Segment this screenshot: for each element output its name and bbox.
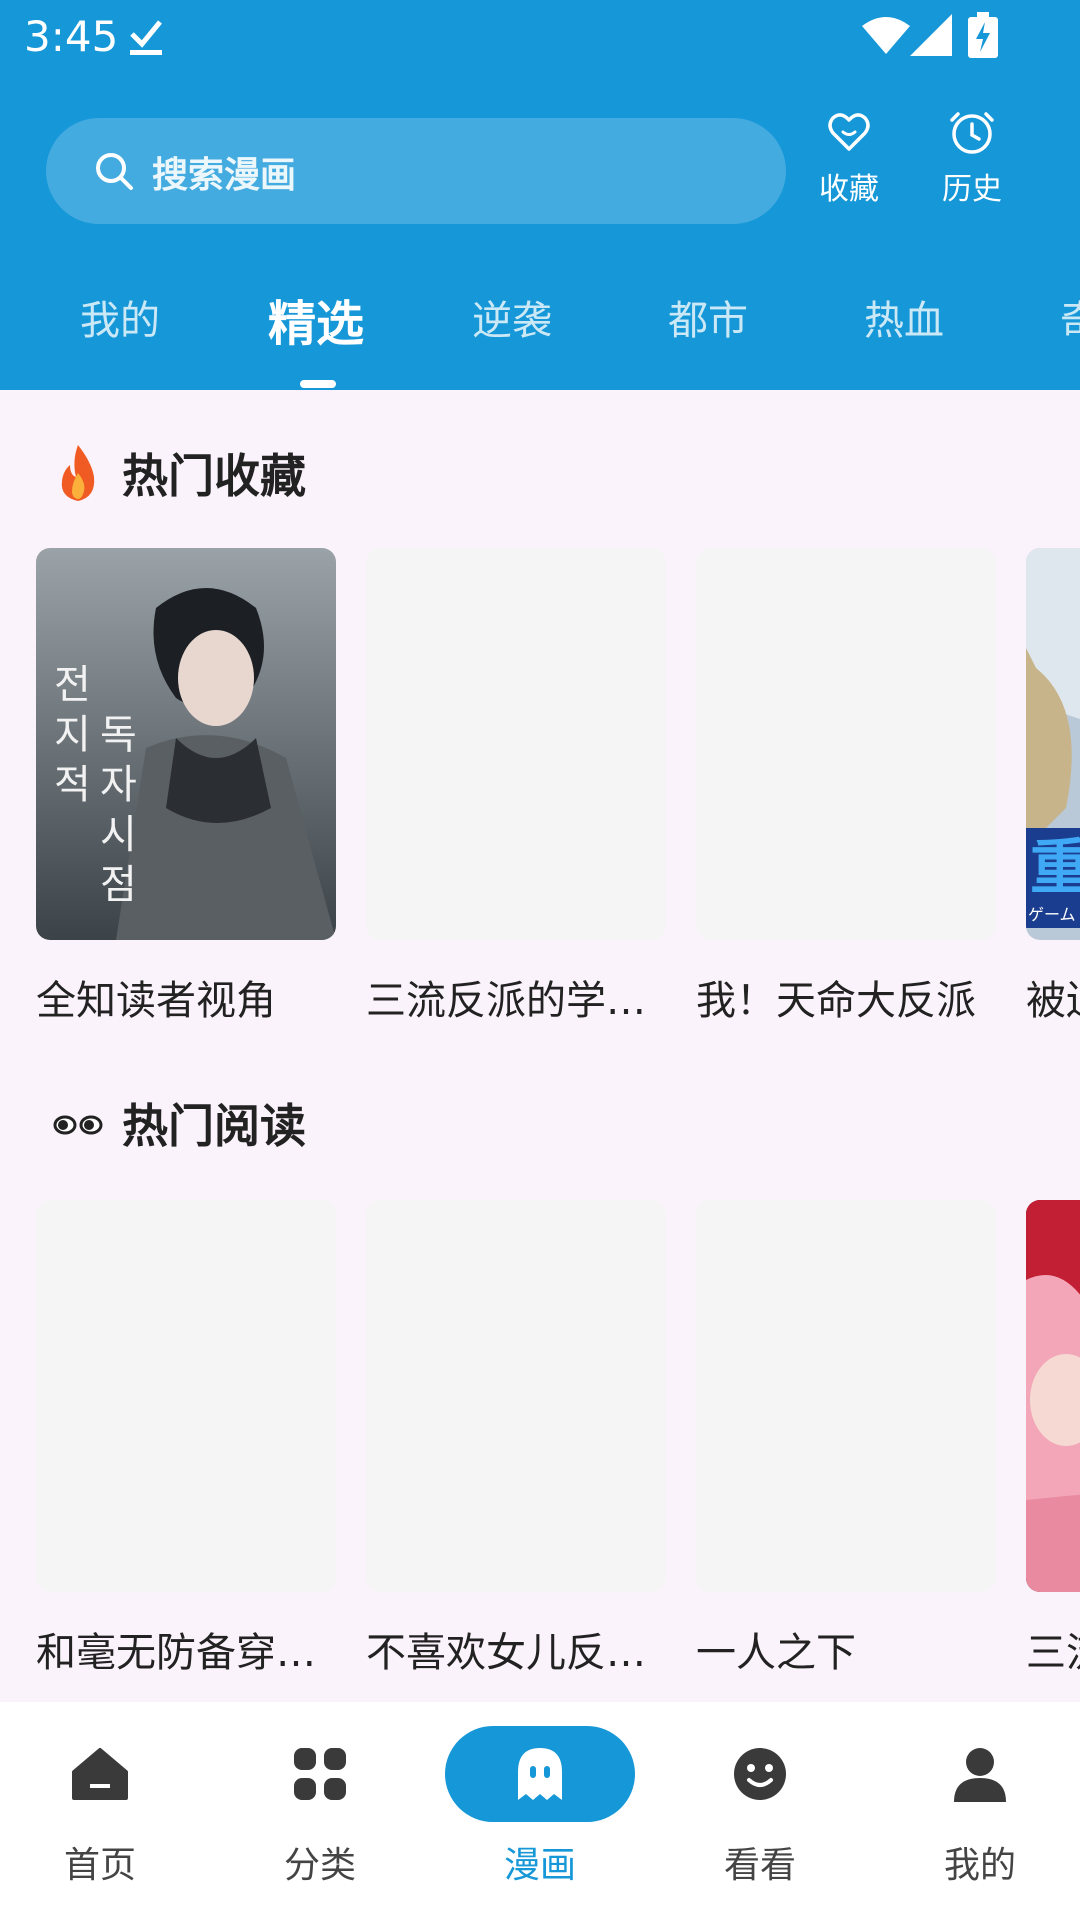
comic-cover-placeholder	[366, 548, 666, 940]
comic-cover-art: 전 지 적 독 자 시 점	[36, 548, 336, 940]
hot-favorites-list: 전 지 적 독 자 시 점 全知读者视角 三流反派的学… 我！天命大反派 重 ゲ…	[0, 548, 1080, 1068]
nav-label: 分类	[283, 1845, 356, 1886]
signal-icon	[910, 14, 952, 56]
cover-korean-char: 자	[100, 762, 137, 808]
app-header: 3:45 搜索漫画 收藏 历史 我的 精选 逆袭 都市 热血	[0, 0, 1080, 390]
history-label: 历史	[942, 172, 1002, 207]
search-placeholder: 搜索漫画	[152, 155, 297, 196]
favorites-button[interactable]: 收藏	[789, 108, 909, 218]
section-title-text: 热门收藏	[122, 449, 306, 503]
status-bar: 3:45	[0, 0, 1080, 75]
comic-title: 全知读者视角	[36, 978, 276, 1024]
person-icon	[954, 1748, 1006, 1802]
comic-card[interactable]: 我！天命大反派	[696, 548, 996, 1026]
comic-card[interactable]: 不喜欢女儿反…	[366, 1200, 666, 1678]
cover-korean-char: 점	[100, 862, 137, 908]
comic-title: 我！天命大反派	[696, 978, 976, 1024]
nav-icon-container	[885, 1726, 1075, 1822]
search-icon	[96, 153, 133, 190]
nav-icon-container	[225, 1726, 415, 1822]
cover-char: 重	[1030, 833, 1080, 903]
comic-title: 三流反派的学…	[366, 978, 646, 1024]
download-done-icon	[130, 20, 162, 55]
wifi-icon	[862, 17, 910, 54]
tab-urban[interactable]: 都市	[668, 288, 748, 346]
grid-icon	[294, 1748, 346, 1800]
comic-title: 一人之下	[696, 1630, 856, 1676]
smile-icon	[734, 1748, 786, 1800]
section-title-hot-favorites: 热门收藏	[52, 440, 306, 506]
comic-card[interactable]: 一人之下	[696, 1200, 996, 1678]
comic-cover-art	[1026, 1200, 1080, 1592]
home-icon	[72, 1748, 128, 1800]
comic-card[interactable]: 重 ゲーム 被迫	[1026, 548, 1080, 1026]
tab-indicator	[300, 380, 336, 388]
eyes-icon	[53, 1115, 103, 1135]
status-time: 3:45	[24, 12, 119, 61]
cover-korean-char: 독	[100, 712, 137, 758]
nav-label: 首页	[63, 1845, 136, 1886]
comic-title: 三流	[1026, 1630, 1080, 1676]
tab-fantasy[interactable]: 奇	[1060, 288, 1080, 346]
nav-watch[interactable]: 看看	[660, 1726, 860, 1896]
comic-title: 和毫无防备穿…	[36, 1630, 316, 1676]
comic-card[interactable]: 三流	[1026, 1200, 1080, 1678]
nav-comics[interactable]: 漫画	[440, 1726, 640, 1896]
comic-cover-art: 重 ゲーム	[1026, 548, 1080, 940]
favorites-label: 收藏	[819, 172, 879, 207]
cover-korean-char: 시	[100, 812, 137, 858]
ghost-icon	[518, 1748, 562, 1800]
category-tabs: 我的 精选 逆袭 都市 热血 奇	[0, 270, 1080, 390]
cover-jp-text: ゲーム	[1028, 905, 1076, 924]
nav-icon-container	[5, 1726, 195, 1822]
cover-korean-char: 적	[54, 762, 91, 808]
nav-icon-container	[665, 1726, 855, 1822]
comic-card[interactable]: 전 지 적 독 자 시 점 全知读者视角	[36, 548, 336, 1026]
nav-profile[interactable]: 我的	[880, 1726, 1080, 1896]
comic-cover-placeholder	[366, 1200, 666, 1592]
comic-cover-placeholder	[696, 548, 996, 940]
comic-cover-placeholder	[696, 1200, 996, 1592]
nav-label: 漫画	[503, 1845, 576, 1886]
comic-title: 不喜欢女儿反…	[366, 1630, 646, 1676]
comic-title: 被迫	[1026, 978, 1080, 1024]
comic-card[interactable]: 三流反派的学…	[366, 548, 666, 1026]
cover-korean-char: 전	[54, 662, 91, 708]
nav-categories[interactable]: 分类	[220, 1726, 420, 1896]
hot-reading-list: 和毫无防备穿… 不喜欢女儿反… 一人之下 三流	[0, 1200, 1080, 1720]
section-title-text: 热门阅读	[122, 1099, 306, 1153]
tab-mine[interactable]: 我的	[80, 288, 160, 346]
fire-icon	[61, 445, 95, 501]
comic-cover: 전 지 적 독 자 시 점	[36, 548, 336, 940]
tab-hot-blood[interactable]: 热血	[864, 288, 944, 346]
tab-comeback[interactable]: 逆袭	[472, 288, 552, 346]
comic-cover-placeholder	[36, 1200, 336, 1592]
battery-charging-icon	[968, 12, 998, 58]
nav-icon-container	[445, 1726, 635, 1822]
comic-cover	[1026, 1200, 1080, 1592]
cover-korean-char: 지	[54, 712, 91, 758]
history-button[interactable]: 历史	[912, 108, 1032, 218]
heart-icon	[828, 113, 870, 151]
comic-card[interactable]: 和毫无防备穿…	[36, 1200, 336, 1678]
search-bar[interactable]: 搜索漫画	[46, 118, 786, 224]
bottom-navigation: 首页 分类 漫画 看看 我的	[0, 1702, 1080, 1920]
section-title-hot-reading: 热门阅读	[52, 1090, 306, 1156]
tab-featured[interactable]: 精选	[268, 284, 364, 354]
comic-cover: 重 ゲーム	[1026, 548, 1080, 940]
nav-label: 看看	[723, 1845, 796, 1886]
nav-label: 我的	[943, 1845, 1016, 1886]
nav-home[interactable]: 首页	[0, 1726, 200, 1896]
clock-icon	[950, 112, 994, 154]
